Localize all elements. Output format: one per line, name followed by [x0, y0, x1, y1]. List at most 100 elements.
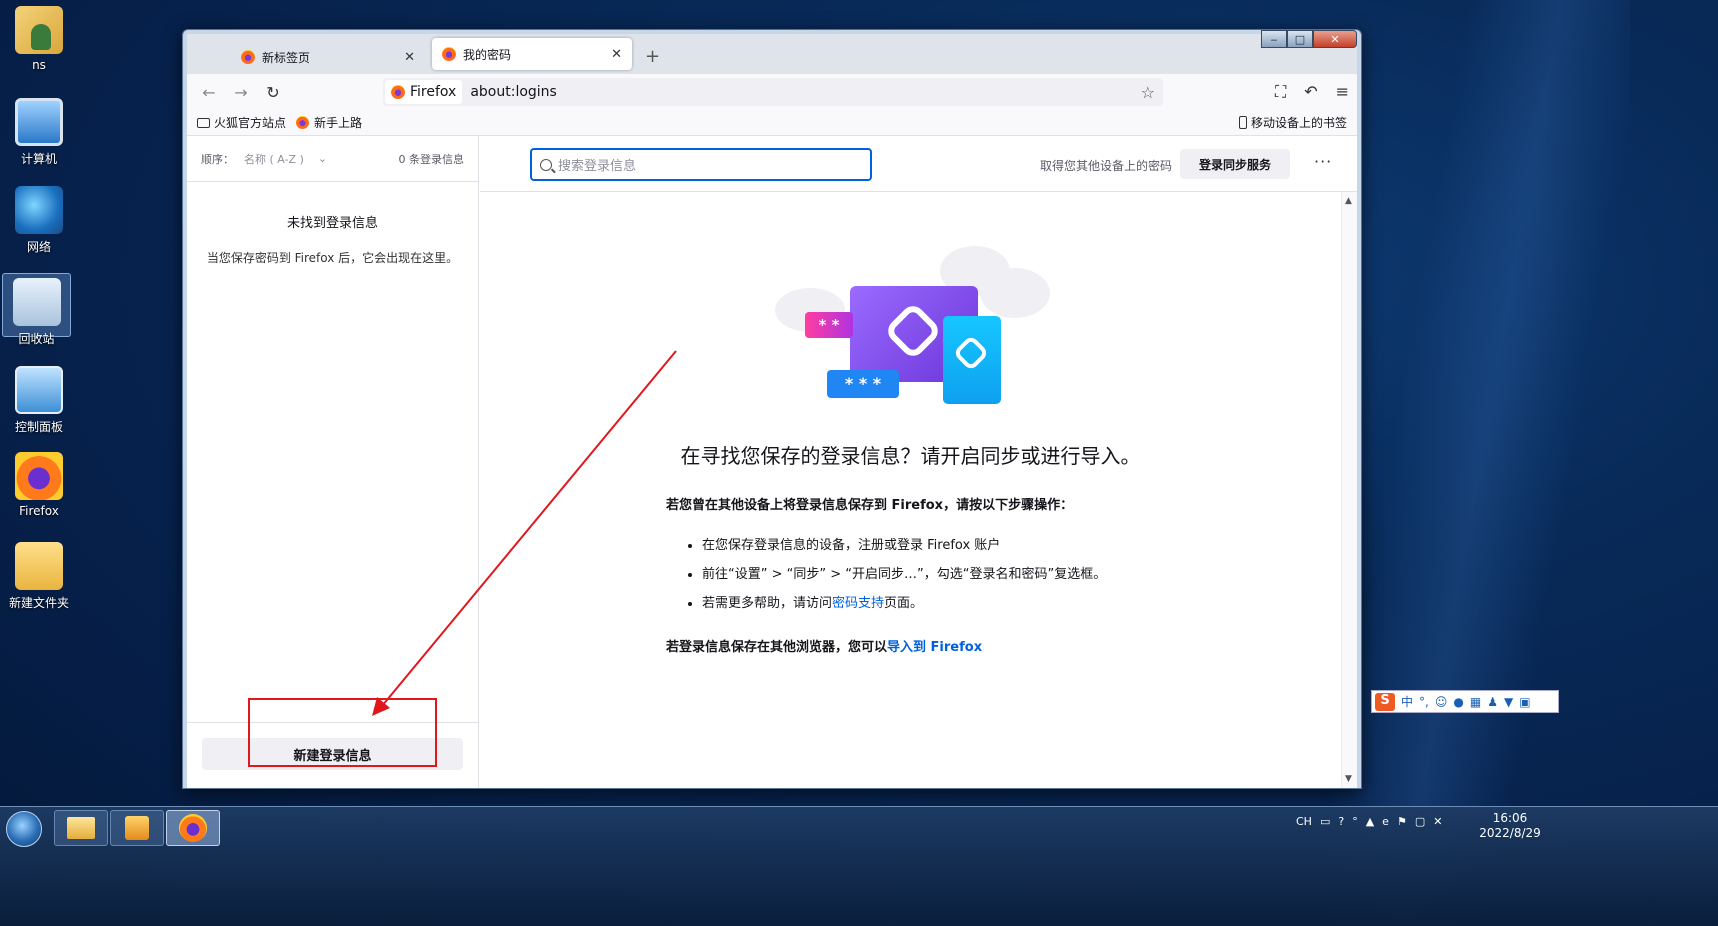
- url-text[interactable]: about:logins: [470, 84, 557, 100]
- search-placeholder: 搜索登录信息: [558, 159, 637, 174]
- help-prefix: 若需更多帮助，请访问: [702, 596, 833, 611]
- clock[interactable]: 16:06 2022/8/29: [1470, 811, 1550, 841]
- new-login-button[interactable]: 新建登录信息: [202, 738, 463, 770]
- login-count: 0 条登录信息: [398, 152, 465, 166]
- tab-my-passwords[interactable]: 我的密码 ✕: [432, 38, 632, 70]
- screenshot-icon[interactable]: ⛶: [1275, 82, 1286, 102]
- firefox-favicon-icon: [442, 47, 456, 61]
- search-input[interactable]: 搜索登录信息: [530, 148, 872, 181]
- bookmark-item[interactable]: 火狐官方站点: [197, 114, 286, 131]
- undo-icon[interactable]: ↶: [1304, 82, 1317, 102]
- new-tab-button[interactable]: +: [645, 46, 660, 67]
- lock-icon: [952, 334, 990, 372]
- emoji-icon[interactable]: ☺: [1435, 695, 1448, 709]
- more-options-icon[interactable]: ···: [1314, 152, 1332, 171]
- desktop-icon-label: ns: [32, 58, 46, 72]
- ime-mode[interactable]: 中: [1401, 693, 1413, 710]
- password-bubble-small: * *: [805, 312, 853, 338]
- help-icon[interactable]: ?: [1338, 815, 1344, 828]
- import-prefix: 若登录信息保存在其他浏览器，您可以: [666, 640, 888, 655]
- desktop-icon-new-folder[interactable]: 新建文件夹: [2, 542, 76, 611]
- taskbar-explorer[interactable]: [54, 810, 108, 846]
- firefox-favicon-icon: [241, 50, 255, 64]
- bookmark-label: 火狐官方站点: [214, 116, 287, 130]
- control-panel-icon: [15, 366, 63, 414]
- bookmark-label: 新手上路: [314, 116, 363, 130]
- chevron-down-icon[interactable]: ⌄: [318, 152, 327, 165]
- tab-strip: 新标签页 ✕ 我的密码 ✕ + ‒ □ ✕: [187, 30, 1357, 74]
- desktop-icon-label: 计算机: [20, 152, 57, 166]
- microphone-icon[interactable]: ●: [1453, 695, 1463, 709]
- mobile-bookmarks[interactable]: 移动设备上的书签: [1238, 114, 1347, 131]
- volume-icon[interactable]: ✕: [1433, 815, 1442, 828]
- ie-icon[interactable]: e: [1382, 815, 1389, 828]
- tab-label: 新标签页: [262, 50, 311, 65]
- ime-punctuation[interactable]: °,: [1419, 695, 1429, 709]
- desktop-icon-recycle-bin[interactable]: 回收站: [2, 273, 71, 346]
- site-identity-button[interactable]: Firefox: [385, 80, 463, 104]
- tray-settings-icon[interactable]: °: [1352, 815, 1358, 828]
- list-item: 若需更多帮助，请访问密码支持页面。: [702, 595, 1317, 613]
- address-bar[interactable]: Firefox about:logins ☆: [383, 78, 1163, 106]
- maximize-button[interactable]: □: [1287, 30, 1313, 48]
- scroll-up-icon[interactable]: ▲: [1345, 196, 1352, 206]
- taskbar: CH ▭ ? ° ▲ e ⚑ ▢ ✕ 16:06 2022/8/29: [0, 806, 1718, 926]
- desktop-icon-firefox[interactable]: Firefox: [2, 452, 76, 518]
- sogou-logo-icon: S: [1375, 692, 1395, 711]
- taskbar-firefox[interactable]: [166, 810, 220, 846]
- steps-list: 在您保存登录信息的设备，注册或登录 Firefox 账户 前往“设置” > “同…: [702, 537, 1317, 613]
- bookmark-item[interactable]: 新手上路: [296, 114, 362, 131]
- back-button[interactable]: ←: [193, 83, 225, 102]
- ime-toolbar[interactable]: S 中 °, ☺ ● ▦ ♟ ▼ ▣: [1371, 690, 1559, 713]
- page-content: 顺序： 名称 ( A-Z ) ⌄ 0 条登录信息 未找到登录信息 当您保存密码到…: [187, 136, 1357, 788]
- minimize-button[interactable]: ‒: [1261, 30, 1287, 48]
- tab-close-icon[interactable]: ✕: [611, 47, 622, 62]
- list-item: 在您保存登录信息的设备，注册或登录 Firefox 账户: [702, 537, 1317, 555]
- start-button[interactable]: [6, 811, 42, 847]
- user-icon[interactable]: ♟: [1487, 695, 1498, 709]
- keyboard-icon[interactable]: ▦: [1470, 695, 1481, 709]
- firefox-icon: [15, 452, 63, 500]
- tab-close-icon[interactable]: ✕: [404, 50, 415, 65]
- folder-icon: [15, 542, 63, 590]
- desktop-icon-label: 网络: [26, 240, 51, 254]
- scroll-down-icon[interactable]: ▼: [1345, 774, 1352, 784]
- sync-login-button[interactable]: 登录同步服务: [1180, 149, 1290, 179]
- skin-icon[interactable]: ▼: [1504, 695, 1513, 709]
- forward-button[interactable]: →: [225, 83, 257, 102]
- identity-label: Firefox: [410, 84, 457, 100]
- cloud-shape: [980, 268, 1050, 318]
- user-folder-icon: [15, 6, 63, 54]
- close-window-button[interactable]: ✕: [1313, 30, 1357, 48]
- show-hidden-icons[interactable]: ▲: [1366, 815, 1374, 828]
- sort-label: 顺序：: [201, 152, 234, 166]
- network-tray-icon[interactable]: ▢: [1415, 815, 1425, 828]
- logins-main: 搜索登录信息 取得您其他设备上的密码 登录同步服务 ··· ▲ ▼ * * * …: [480, 136, 1357, 788]
- bookmark-star-icon[interactable]: ☆: [1141, 83, 1155, 102]
- desktop-icon-network[interactable]: 网络: [2, 186, 76, 255]
- keyboard-tray-icon[interactable]: ▭: [1320, 815, 1330, 828]
- scrollbar[interactable]: ▲ ▼: [1341, 192, 1357, 788]
- taskbar-media-player[interactable]: [110, 810, 164, 846]
- menu-icon[interactable]: ≡: [1336, 82, 1349, 102]
- desktop-icon-control-panel[interactable]: 控制面板: [2, 366, 76, 435]
- tab-new-tab[interactable]: 新标签页 ✕: [231, 40, 425, 74]
- sort-select[interactable]: 名称 ( A-Z ): [244, 151, 304, 167]
- reload-button[interactable]: ↻: [257, 83, 289, 102]
- desktop-icon-computer[interactable]: 计算机: [2, 98, 76, 167]
- desktop-icon-user[interactable]: ns: [2, 6, 76, 72]
- flag-icon[interactable]: ⚑: [1397, 815, 1407, 828]
- password-support-link[interactable]: 密码支持: [832, 596, 884, 611]
- logins-sidebar: 顺序： 名称 ( A-Z ) ⌄ 0 条登录信息 未找到登录信息 当您保存密码到…: [187, 136, 479, 788]
- search-icon: [540, 158, 552, 171]
- import-to-firefox-link[interactable]: 导入到 Firefox: [887, 640, 982, 655]
- apps-icon[interactable]: ▣: [1519, 695, 1530, 709]
- nav-toolbar: ← → ↻ Firefox about:logins ☆ ⛶ ↶ ≡: [187, 74, 1357, 110]
- list-item: 前往“设置” > “同步” > “开启同步…”，勾选“登录名和密码”复选框。: [702, 566, 1317, 584]
- firefox-favicon-icon: [296, 116, 310, 129]
- firefox-logo-icon: [391, 85, 405, 99]
- language-indicator[interactable]: CH: [1296, 815, 1312, 828]
- import-line: 若登录信息保存在其他浏览器，您可以导入到 Firefox: [666, 636, 1317, 655]
- recycle-bin-icon: [12, 278, 61, 326]
- network-icon: [15, 186, 63, 234]
